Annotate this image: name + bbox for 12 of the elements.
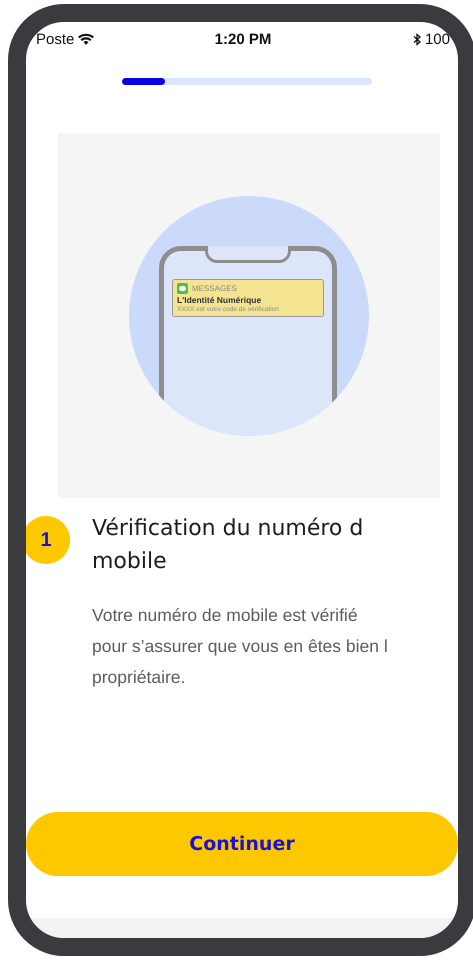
carrier-label: Poste xyxy=(36,30,74,48)
continue-button[interactable]: Continuer xyxy=(26,812,458,876)
wifi-icon xyxy=(78,33,94,45)
step-title: Vérification du numéro d mobile xyxy=(92,515,364,576)
step-number: 1 xyxy=(26,516,70,564)
notification-title: L'Identité Numérique xyxy=(177,294,262,304)
battery-percent: 100 xyxy=(424,30,450,48)
notification-app-name: MESSAGES xyxy=(192,284,237,292)
clock-time: 1:20 PM xyxy=(214,30,272,48)
step-description: Votre numéro de mobile est vérifié pour s’assurer que vous en êtes bien l propriétaire. xyxy=(92,604,389,689)
bluetooth-icon xyxy=(412,32,421,46)
messages-app-icon xyxy=(177,282,188,294)
